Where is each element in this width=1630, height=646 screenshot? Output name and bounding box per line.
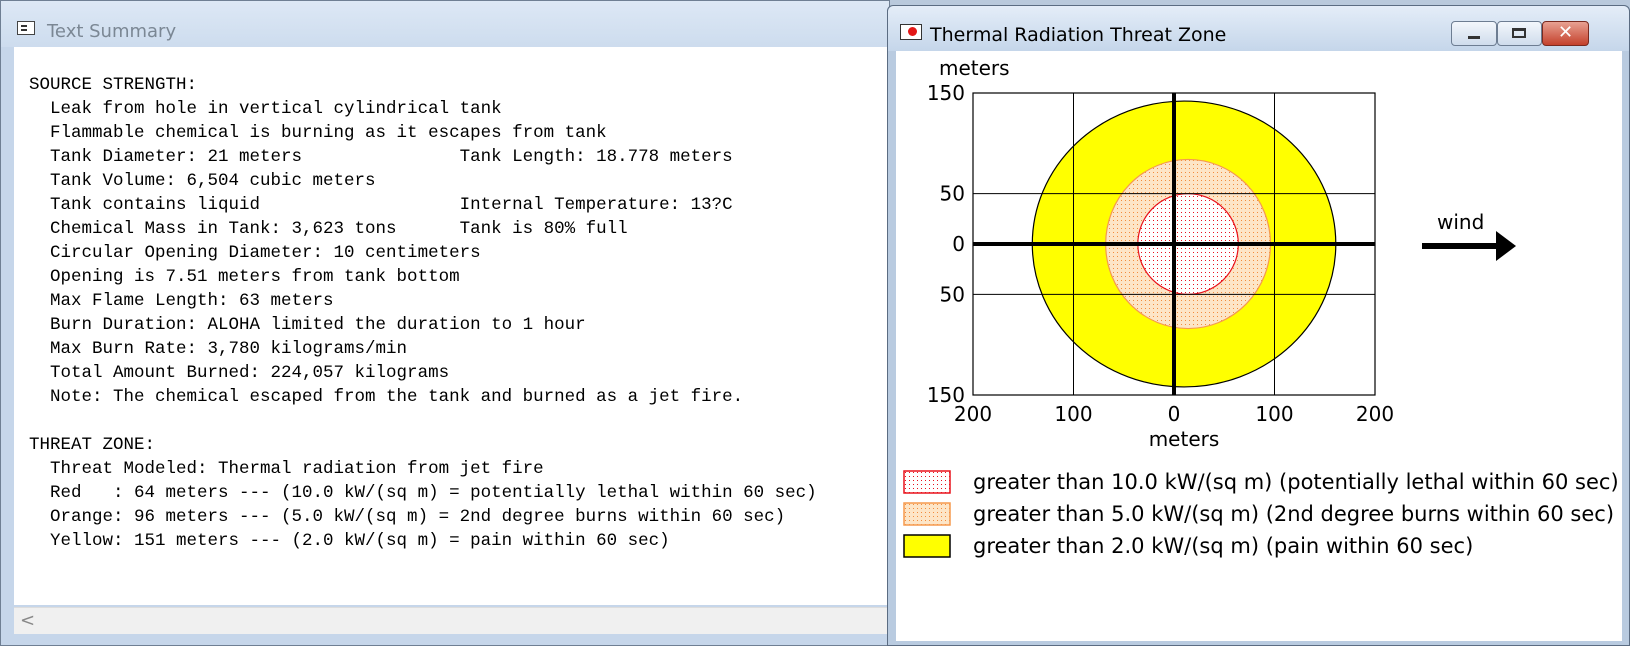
text-summary-window[interactable]: Text Summary SOURCE STRENGTH: Leak from … [0, 0, 890, 646]
summary-line: Yellow: 151 meters --- (2.0 kW/(sq m) = … [29, 531, 670, 551]
summary-line: Leak from hole in vertical cylindrical t… [29, 99, 502, 119]
y-tick-label: 50 [940, 282, 965, 306]
minimize-button[interactable] [1451, 21, 1497, 46]
y-tick-label: 150 [927, 383, 965, 407]
summary-line: Note: The chemical escaped from the tank… [29, 387, 744, 407]
legend-swatch-yellow [903, 534, 951, 558]
summary-line: Flammable chemical is burning as it esca… [29, 123, 607, 143]
threat-zone-titlebar[interactable]: Thermal Radiation Threat Zone ✕ [888, 6, 1629, 51]
summary-line: Circular Opening Diameter: 10 centimeter… [29, 243, 481, 263]
legend-label-orange: greater than 5.0 kW/(sq m) (2nd degree b… [973, 502, 1614, 526]
x-axis-title: meters [1149, 427, 1220, 451]
summary-line: Chemical Mass in Tank: 3,623 tons Tank i… [29, 219, 628, 239]
x-tick-label: 0 [1168, 402, 1181, 426]
legend-swatch-red [903, 470, 951, 494]
y-axis-title: meters [939, 56, 1010, 80]
threat-zone-window[interactable]: Thermal Radiation Threat Zone ✕ 200 100 0 1… [887, 5, 1630, 646]
horizontal-scrollbar[interactable]: < [14, 607, 889, 634]
summary-line: Tank Diameter: 21 meters Tank Length: 18… [29, 147, 733, 167]
text-summary-app-icon [17, 21, 35, 35]
summary-line: Red : 64 meters --- (10.0 kW/(sq m) = po… [29, 483, 817, 503]
threat-zone-app-icon [900, 24, 922, 40]
text-summary-content[interactable]: SOURCE STRENGTH: Leak from hole in verti… [14, 47, 889, 605]
wind-arrow-icon [1496, 231, 1516, 261]
text-summary-titlebar[interactable]: Text Summary [1, 1, 889, 47]
legend-label-yellow: greater than 2.0 kW/(sq m) (pain within … [973, 534, 1473, 558]
y-tick-label: 0 [952, 232, 965, 256]
threat-zone-chart: 200 100 0 100 20015050050150metersmeterswind… [903, 56, 1619, 558]
y-tick-label: 50 [940, 182, 965, 206]
summary-line: Max Burn Rate: 3,780 kilograms/min [29, 339, 408, 359]
summary-line: Opening is 7.51 meters from tank bottom [29, 267, 460, 287]
summary-line: Tank contains liquid Internal Temperatur… [29, 195, 733, 215]
x-tick-label: 100 [1054, 402, 1092, 426]
x-tick-label: 200 [1356, 402, 1394, 426]
close-button[interactable]: ✕ [1542, 21, 1589, 46]
summary-line: Tank Volume: 6,504 cubic meters [29, 171, 376, 191]
threat-zone-plot-area: 200 100 0 100 200 150 50 0 50 150 meters meters wind… [896, 51, 1622, 641]
text-summary-title: Text Summary [47, 21, 177, 42]
threat-zone-title: Thermal Radiation Threat Zone [930, 24, 1227, 46]
y-tick-label: 150 [927, 81, 965, 105]
summary-line: Threat Modeled: Thermal radiation from j… [29, 459, 544, 479]
maximize-button[interactable] [1497, 21, 1542, 46]
legend-label-red: greater than 10.0 kW/(sq m) (potentially… [973, 470, 1619, 494]
scroll-left-arrow-icon[interactable]: < [20, 610, 35, 631]
maximize-icon [1512, 28, 1526, 38]
minimize-icon [1468, 36, 1480, 39]
x-tick-label: 100 [1255, 402, 1293, 426]
summary-line: Total Amount Burned: 224,057 kilograms [29, 363, 450, 383]
summary-line: Orange: 96 meters --- (5.0 kW/(sq m) = 2… [29, 507, 786, 527]
legend-swatch-orange [903, 502, 951, 526]
summary-line: Max Flame Length: 63 meters [29, 291, 334, 311]
wind-label: wind [1437, 210, 1484, 234]
summary-text: SOURCE STRENGTH: Leak from hole in verti… [29, 73, 817, 553]
summary-line: THREAT ZONE: [29, 435, 156, 455]
close-icon: ✕ [1557, 22, 1574, 43]
summary-line: SOURCE STRENGTH: [29, 75, 198, 95]
summary-line: Burn Duration: ALOHA limited the duratio… [29, 315, 586, 335]
